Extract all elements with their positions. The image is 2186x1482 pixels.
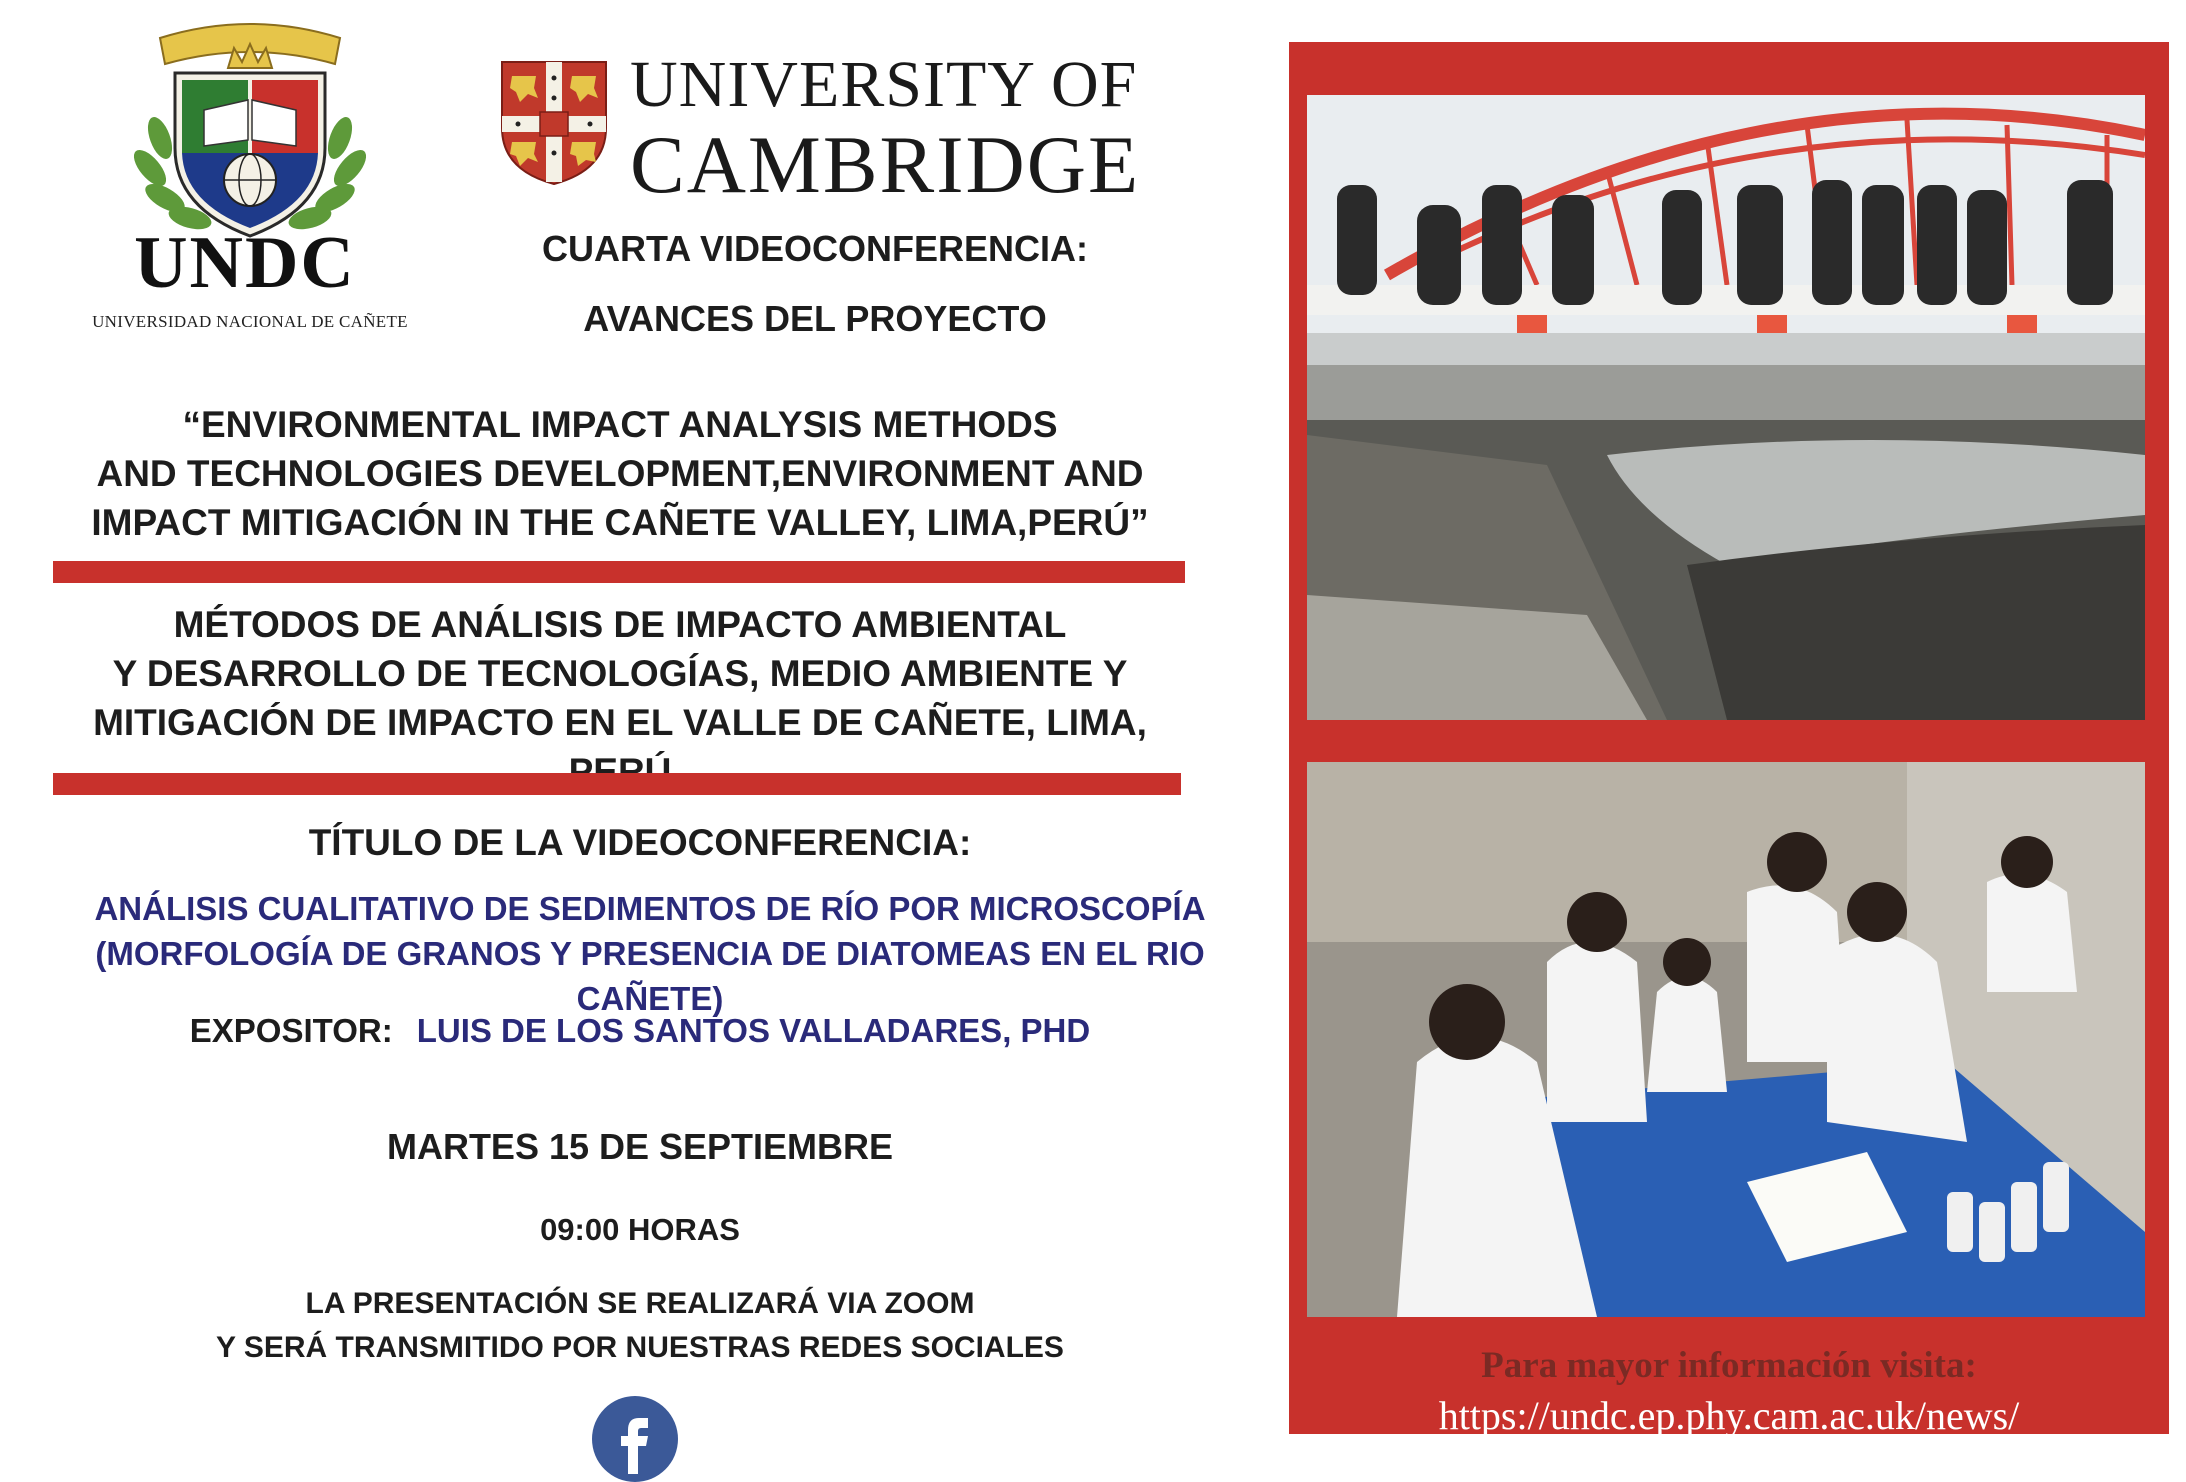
broadcast-note: LA PRESENTACIÓN SE REALIZARÁ VIA ZOOM Y … [40, 1282, 1240, 1370]
cambridge-line-2: CAMBRIDGE [630, 119, 1141, 210]
speaker-label: EXPOSITOR: [189, 1012, 393, 1049]
cambridge-wordmark: UNIVERSITY OF CAMBRIDGE [630, 52, 1150, 206]
project-title-es-line: Y DESARROLLO DE TECNOLOGÍAS, MEDIO AMBIE… [112, 653, 1128, 694]
info-link[interactable]: https://undc.ep.phy.cam.ac.uk/news/ [1289, 1392, 2169, 1439]
broadcast-note-line: LA PRESENTACIÓN SE REALIZARÁ VIA ZOOM [305, 1287, 975, 1320]
laboratory-photo [1307, 762, 2145, 1317]
conference-subject: AVANCES DEL PROYECTO [583, 298, 1047, 339]
project-title-en-line: “ENVIRONMENTAL IMPACT ANALYSIS METHODS [182, 404, 1058, 445]
project-title-english: “ENVIRONMENTAL IMPACT ANALYSIS METHODS A… [40, 400, 1200, 547]
cambridge-line-1: UNIVERSITY OF [630, 48, 1138, 121]
event-date: MARTES 15 DE SEPTIEMBRE [386, 1126, 894, 1167]
cambridge-shield-logo [501, 61, 607, 186]
undc-crest-logo [133, 23, 367, 238]
project-title-es-line: MÉTODOS DE ANÁLISIS DE IMPACTO AMBIENTAL [173, 604, 1067, 645]
speaker-row: EXPOSITOR: LUIS DE LOS SANTOS VALLADARES,… [40, 1012, 1240, 1050]
talk-title-line: ANÁLISIS CUALITATIVO DE SEDIMENTOS DE RÍ… [94, 890, 1206, 927]
broadcast-note-line: Y SERÁ TRANSMITIDO POR NUESTRAS REDES SO… [216, 1331, 1064, 1364]
divider-bar [53, 561, 1185, 583]
divider-bar [53, 773, 1181, 795]
event-time: 09:00 HORAS [540, 1212, 740, 1247]
bridge-river-photo [1307, 95, 2145, 720]
project-title-spanish: MÉTODOS DE ANÁLISIS DE IMPACTO AMBIENTAL… [40, 600, 1200, 796]
talk-title: ANÁLISIS CUALITATIVO DE SEDIMENTOS DE RÍ… [20, 886, 1280, 1021]
talk-title-line: (MORFOLOGÍA DE GRANOS Y PRESENCIA DE DIA… [95, 935, 1205, 1017]
project-title-en-line: IMPACT MITIGACIÓN IN THE CAÑETE VALLEY, … [91, 502, 1149, 543]
talk-title-label: TÍTULO DE LA VIDEOCONFERENCIA: [308, 822, 972, 863]
facebook-icon[interactable] [592, 1396, 678, 1482]
speaker-name: LUIS DE LOS SANTOS VALLADARES, PHD [416, 1012, 1091, 1049]
info-label: Para mayor información visita: [1481, 1345, 1977, 1386]
project-title-en-line: AND TECHNOLOGIES DEVELOPMENT,ENVIRONMENT… [96, 453, 1144, 494]
conference-number: CUARTA VIDEOCONFERENCIA: [542, 228, 1088, 269]
